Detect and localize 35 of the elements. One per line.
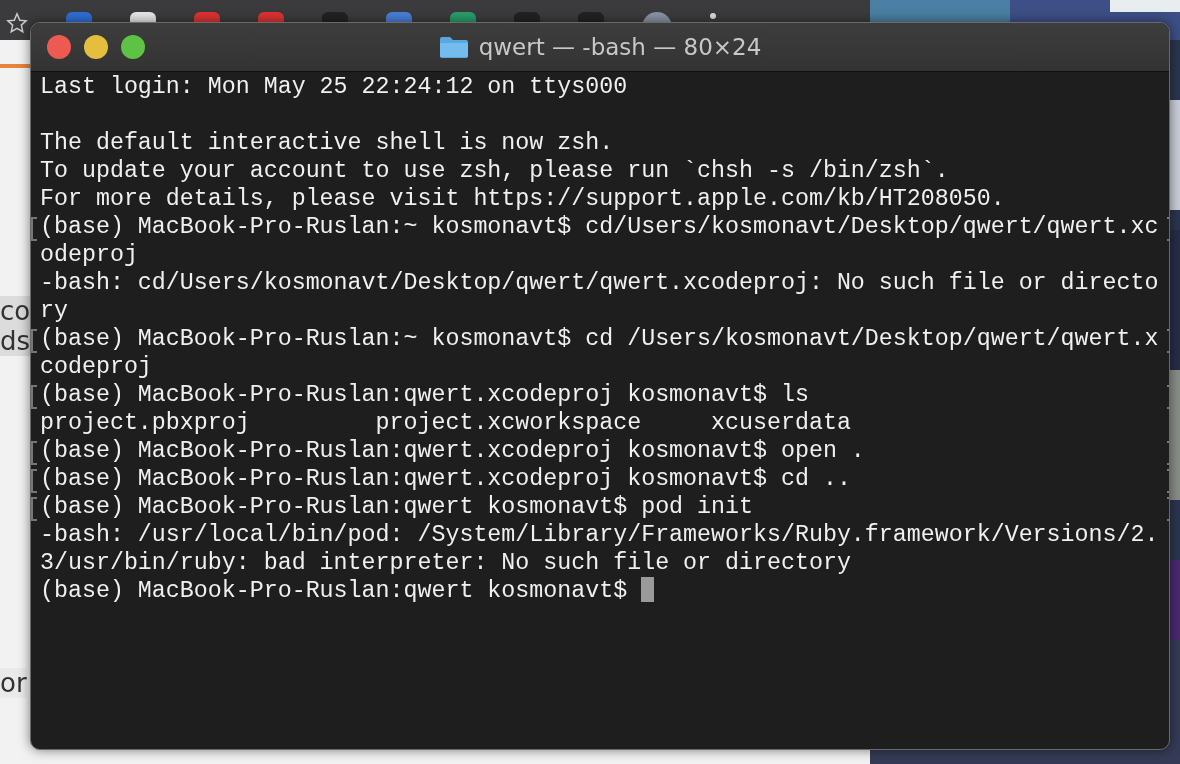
terminal-line: The default interactive shell is now zsh. [40,130,614,156]
terminal-line: ry [40,298,68,324]
terminal-line: To update your account to use zsh, please run `chsh -s /bin/zsh`. [40,158,949,184]
menu-icon[interactable] [710,12,716,20]
terminal-line: For more details, please visit https://support.apple.com/kb/HT208050. [40,186,1005,212]
terminal-line: -bash: cd/Users/kosmonavt/Desktop/qwert/qwert.xcodeproj: No such file or directo [40,270,1159,296]
extension-icon[interactable] [130,12,156,22]
page-text-fragment: ds [0,326,31,356]
folder-icon [438,36,469,58]
mark-bracket [31,469,37,493]
terminal-line: (base) MacBook-Pro-Ruslan:~ kosmonavt$ cd /Users/kosmonavt/Desktop/qwert/qwert.x [40,326,1159,352]
close-button[interactable] [47,35,71,59]
mark-bracket [31,329,37,353]
mark-bracket [31,217,37,241]
terminal-line: project.pbxproj project.xcworkspace xcuserdata [40,410,851,436]
zoom-button[interactable] [121,35,145,59]
terminal-line: (base) MacBook-Pro-Ruslan:qwert kosmonavt$ [40,578,629,604]
page-text-fragment: co [0,296,31,326]
mark-bracket [31,441,37,465]
terminal-line: -bash: /usr/local/bin/pod: /System/Library/Frameworks/Ruby.framework/Versions/2. [40,522,1159,548]
terminal-line: (base) MacBook-Pro-Ruslan:qwert.xcodeproj kosmonavt$ ls [40,382,809,408]
bookmark-star-icon[interactable] [6,12,28,34]
terminal-line: (base) MacBook-Pro-Ruslan:~ kosmonavt$ cd/Users/kosmonavt/Desktop/qwert/qwert.xc [40,214,1159,240]
terminal-line: (base) MacBook-Pro-Ruslan:qwert.xcodeproj kosmonavt$ open . [40,438,865,464]
page-text-fragment: or [0,668,27,698]
terminal-line: (base) MacBook-Pro-Ruslan:qwert.xcodeproj kosmonavt$ cd .. [40,466,851,492]
mark-bracket [31,497,37,521]
minimize-button[interactable] [84,35,108,59]
window-title: qwert — -bash — 80×24 [478,34,762,60]
terminal-line: odeproj [40,242,138,268]
terminal-line: 3/usr/bin/ruby: bad interpreter: No such file or directory [40,550,851,576]
terminal-line: codeproj [40,354,152,380]
terminal-line: Last login: Mon May 25 22:24:12 on ttys000 [40,74,628,100]
mark-bracket [31,385,37,409]
terminal-line: (base) MacBook-Pro-Ruslan:qwert kosmonavt$ pod init [40,494,753,520]
